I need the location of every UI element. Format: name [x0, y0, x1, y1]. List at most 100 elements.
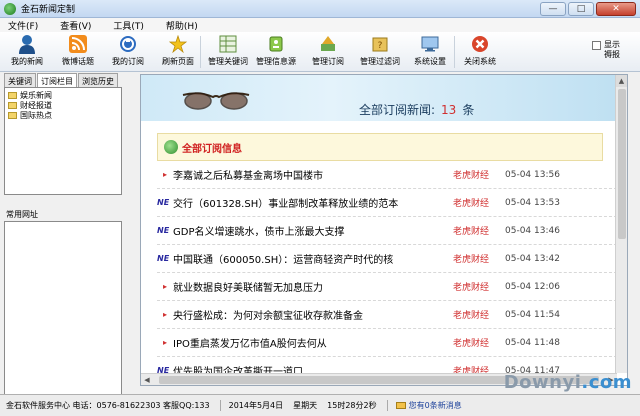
manage-keywords-button[interactable]: 管理关键词 [206, 34, 250, 70]
system-settings-button[interactable]: 系统设置 [408, 34, 452, 70]
banner-title: 全部订阅新闻: 13 条 [359, 103, 475, 117]
common-sites-list [4, 221, 122, 397]
my-news-button[interactable]: 我的新闻 [6, 34, 48, 70]
manage-subscriptions-button[interactable]: 管理订阅 [306, 34, 350, 70]
new-badge: NE [157, 198, 170, 207]
news-time: 05-04 12:06 [505, 281, 560, 292]
news-source: 老虎财经 [453, 227, 490, 237]
manage-subscribe-icon [317, 34, 339, 54]
app-logo-icon [4, 2, 16, 15]
vertical-scroll-thumb[interactable] [618, 89, 626, 239]
tab-history[interactable]: 浏览历史 [78, 73, 118, 87]
news-title[interactable]: 李嘉诚之后私募基金离场中国楼市 [173, 167, 435, 182]
news-source: 老虎财经 [453, 255, 490, 265]
status-bar: 金石软件服务中心 电话：0576-81622303 客服QQ:133 2014年… [0, 394, 640, 416]
folder-icon [8, 111, 17, 119]
refresh-page-button[interactable]: 刷新页面 [156, 34, 200, 70]
menu-tools[interactable]: 工具(T) [113, 19, 144, 32]
toolbar-separator [454, 36, 455, 68]
news-row[interactable]: NE GDP名义增速跳水，债市上涨最大支撑 老虎财经 05-04 13:46 [157, 217, 617, 245]
tree-item-entertainment[interactable]: 娱乐新闻 [8, 90, 118, 100]
section-title: 全部订阅信息 [182, 143, 242, 155]
news-title[interactable]: 交行（601328.SH）事业部制改革释放业绩的范本 [173, 195, 435, 210]
bullet-icon: ▸ [163, 282, 168, 291]
news-banner: 全部订阅新闻: 13 条 [141, 75, 617, 121]
left-tabs: 关键词 订阅栏目 浏览历史 [4, 73, 122, 87]
scroll-up-icon[interactable]: ▲ [616, 75, 627, 87]
section-icon [164, 140, 178, 154]
svg-text:?: ? [378, 41, 383, 51]
window-controls: — □ ✕ [540, 2, 636, 16]
mail-icon [395, 402, 406, 409]
toolbar-separator [200, 36, 201, 68]
info-source-icon [265, 34, 287, 54]
show-subscription-label: 显示 褥报 [604, 40, 620, 59]
news-row[interactable]: ▸ 就业数据良好美联储暂无加息压力 老虎财经 05-04 12:06 [157, 273, 617, 301]
star-refresh-icon [167, 34, 189, 54]
news-title[interactable]: 央行盛松成：为何对余额宝征收存款准备金 [173, 307, 435, 322]
news-source: 老虎财经 [453, 311, 490, 321]
bullet-icon: ▸ [163, 338, 168, 347]
section-header: 全部订阅信息 [157, 133, 603, 161]
toolbar: 我的新闻 微博话题 我的订阅 刷新页面 管理关键词 管理信息源 管理订阅 ? 管… [0, 32, 640, 72]
news-count: 13 [441, 103, 457, 117]
service-info: 金石软件服务中心 电话：0576-81622303 客服QQ:133 [6, 400, 221, 411]
show-subscription-toggle[interactable]: 显示 褥报 [592, 40, 622, 60]
news-time: 05-04 13:56 [505, 169, 560, 180]
new-message-status[interactable]: 您有0条新消息 [395, 400, 472, 411]
news-time: 05-04 11:54 [505, 309, 560, 320]
grid-icon [217, 34, 239, 54]
weibo-topic-button[interactable]: 微博话题 [56, 34, 100, 70]
news-title[interactable]: IPO重启蒸发万亿市值A股何去何从 [173, 335, 435, 350]
tab-keywords[interactable]: 关键词 [4, 73, 36, 87]
news-row[interactable]: ▸ IPO重启蒸发万亿市值A股何去何从 老虎财经 05-04 11:48 [157, 329, 617, 357]
news-time: 05-04 13:53 [505, 197, 560, 208]
menu-view[interactable]: 查看(V) [60, 19, 91, 32]
news-title[interactable]: 就业数据良好美联储暂无加息压力 [173, 279, 435, 294]
news-source: 老虎财经 [453, 283, 490, 293]
subscription-tree: 娱乐新闻 财经报道 国际热点 [4, 87, 122, 195]
folder-icon [8, 101, 17, 109]
news-title[interactable]: 中国联通（600050.SH）：运营商轻资产时代的核 [173, 251, 435, 266]
maximize-button[interactable]: □ [568, 2, 594, 16]
news-row[interactable]: NE 中国联通（600050.SH）：运营商轻资产时代的核 老虎财经 05-04… [157, 245, 617, 273]
tab-subscriptions[interactable]: 订阅栏目 [37, 73, 77, 87]
minimize-button[interactable]: — [540, 2, 566, 16]
menu-file[interactable]: 文件(F) [8, 19, 38, 32]
news-row[interactable]: NE 交行（601328.SH）事业部制改革释放业绩的范本 老虎财经 05-04… [157, 189, 617, 217]
user-icon [16, 34, 38, 54]
status-weekday: 星期天 [293, 401, 318, 410]
bullet-icon: ▸ [163, 310, 168, 319]
my-subscription-button[interactable]: 我的订阅 [106, 34, 150, 70]
show-subscription-checkbox[interactable] [592, 41, 601, 50]
manage-sources-button[interactable]: 管理信息源 [254, 34, 298, 70]
common-sites-label: 常用网址 [6, 210, 38, 219]
menu-help[interactable]: 帮助(H) [166, 19, 198, 32]
news-time: 05-04 13:42 [505, 253, 560, 264]
rss-icon [67, 34, 89, 54]
close-button[interactable]: ✕ [596, 2, 636, 16]
folder-icon [8, 91, 17, 99]
left-pane: 关键词 订阅栏目 浏览历史 娱乐新闻 财经报道 国际热点 常用网址 [4, 73, 122, 397]
scroll-left-icon[interactable]: ◀ [141, 376, 153, 384]
glasses-icon [182, 92, 250, 110]
tree-item-international[interactable]: 国际热点 [8, 110, 118, 120]
news-row[interactable]: ▸ 李嘉诚之后私募基金离场中国楼市 老虎财经 05-04 13:56 [157, 161, 617, 189]
news-time: 05-04 11:48 [505, 337, 560, 348]
window-title: 金石新闻定制 [21, 5, 76, 15]
status-clock: 15时28分2秒 [327, 400, 388, 411]
new-badge: NE [157, 254, 170, 263]
news-row[interactable]: ▸ 央行盛松成：为何对余额宝征收存款准备金 老虎财经 05-04 11:54 [157, 301, 617, 329]
news-list: ▸ 李嘉诚之后私募基金离场中国楼市 老虎财经 05-04 13:56 NE 交行… [157, 161, 617, 385]
tree-item-finance[interactable]: 财经报道 [8, 100, 118, 110]
news-title[interactable]: GDP名义增速跳水，债市上涨最大支撑 [173, 223, 435, 238]
monitor-icon [419, 34, 441, 54]
close-system-button[interactable]: 关闭系统 [458, 34, 502, 70]
news-source: 老虎财经 [453, 339, 490, 349]
filter-icon: ? [369, 34, 391, 54]
vertical-scrollbar[interactable]: ▲ [615, 75, 627, 373]
manage-filters-button[interactable]: ? 管理过滤词 [358, 34, 402, 70]
news-panel: 全部订阅新闻: 13 条 全部订阅信息 ▸ 李嘉诚之后私募基金离场中国楼市 老虎财经… [140, 74, 628, 386]
close-system-icon [469, 34, 491, 54]
bullet-icon: ▸ [163, 170, 168, 179]
